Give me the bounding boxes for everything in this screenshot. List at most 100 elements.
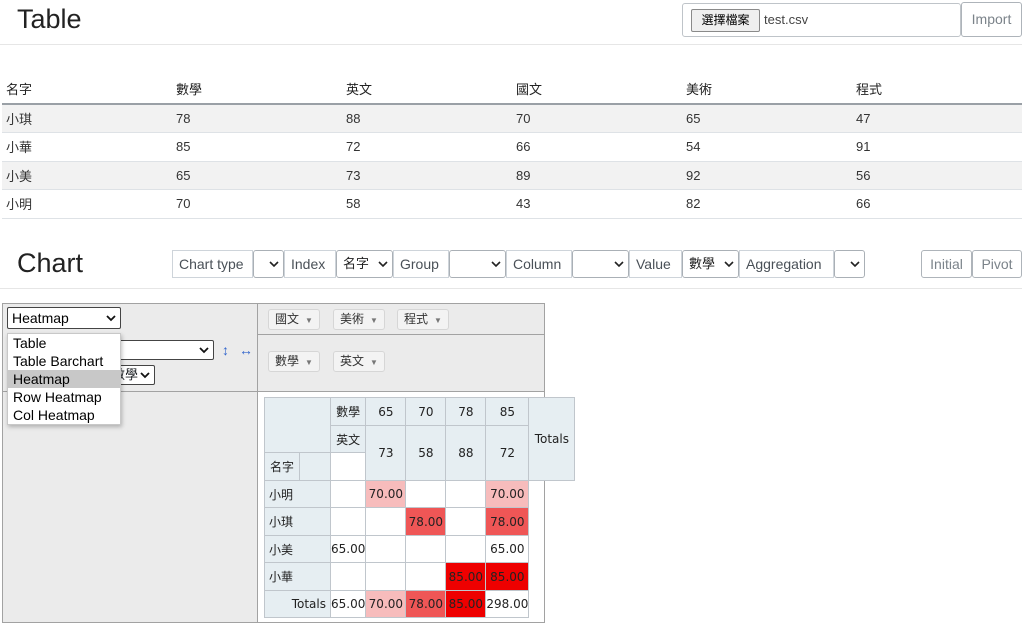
chart-type-select[interactable] bbox=[253, 250, 284, 278]
table-cell: 72 bbox=[342, 132, 512, 162]
renderer-select[interactable]: Heatmap bbox=[7, 307, 121, 329]
value-select[interactable]: 數學 bbox=[682, 250, 739, 278]
table-row: 小華 85 72 66 54 91 bbox=[2, 132, 1022, 162]
heatmap-cell bbox=[329, 480, 367, 508]
heatmap-cell bbox=[329, 507, 367, 536]
initial-button[interactable]: Initial bbox=[921, 250, 972, 278]
renderer-option[interactable]: Col Heatmap bbox=[8, 406, 120, 424]
pivot-unused-attrs-bar: 國文 ▼ 美術 ▼ 程式 ▼ bbox=[257, 303, 545, 335]
table-cell: 小華 bbox=[2, 132, 172, 162]
chevron-down-icon bbox=[199, 347, 209, 354]
pivot-row: 小琪 78.00 78.00 bbox=[264, 507, 575, 536]
heatmap-cell: 65.00 bbox=[329, 535, 367, 563]
chevron-down-icon bbox=[378, 261, 388, 268]
group-label: Group bbox=[393, 250, 449, 278]
heatmap-cell bbox=[405, 562, 447, 591]
renderer-option[interactable]: Table Barchart bbox=[8, 352, 120, 370]
sort-cols-icon[interactable]: ↔ bbox=[239, 342, 253, 358]
file-input[interactable]: 選擇檔案 test.csv bbox=[682, 3, 961, 37]
attr-pill[interactable]: 數學 ▼ bbox=[268, 351, 320, 372]
heatmap-cell bbox=[445, 507, 487, 536]
pivot-button[interactable]: Pivot bbox=[972, 250, 1022, 278]
table-cell: 92 bbox=[682, 161, 852, 190]
index-select[interactable]: 名字 bbox=[336, 250, 393, 278]
col-attr-label: 數學 bbox=[329, 397, 367, 426]
attr-pill-label: 程式 bbox=[404, 312, 429, 326]
choose-file-button[interactable]: 選擇檔案 bbox=[691, 9, 760, 32]
col-total-cell: 78.00 bbox=[405, 590, 447, 618]
heatmap-cell bbox=[365, 507, 407, 536]
row-header: 小明 bbox=[264, 480, 331, 508]
row-attr-label: 名字 bbox=[264, 452, 300, 481]
attr-pill[interactable]: 國文 ▼ bbox=[268, 309, 320, 330]
column-select[interactable] bbox=[572, 250, 629, 278]
table-cell: 小琪 bbox=[2, 104, 172, 133]
import-button[interactable]: Import bbox=[961, 2, 1022, 37]
col-header: 70 bbox=[405, 397, 447, 426]
heatmap-cell: 85.00 bbox=[445, 562, 487, 591]
heatmap-cell: 70.00 bbox=[365, 480, 407, 508]
col-header: 65 bbox=[365, 397, 407, 426]
chevron-down-icon bbox=[491, 261, 501, 268]
index-selected-value: 名字 bbox=[343, 256, 370, 271]
aggregation-label: Aggregation bbox=[739, 250, 834, 278]
column-header: 國文 bbox=[512, 74, 682, 105]
chart-section-title: Chart bbox=[17, 248, 84, 278]
heatmap-cell bbox=[445, 535, 487, 563]
table-cell: 88 bbox=[342, 104, 512, 133]
attr-pill-label: 英文 bbox=[340, 354, 365, 368]
attr-pill-label: 美術 bbox=[340, 312, 365, 326]
attr-pill[interactable]: 英文 ▼ bbox=[333, 351, 385, 372]
table-cell: 78 bbox=[172, 104, 342, 133]
renderer-option[interactable]: Table bbox=[8, 334, 120, 352]
corner-cell bbox=[264, 397, 331, 453]
attr-pill-label: 數學 bbox=[275, 354, 300, 368]
selected-file-name: test.csv bbox=[764, 12, 809, 27]
chevron-down-icon bbox=[850, 261, 860, 268]
attr-pill[interactable]: 美術 ▼ bbox=[333, 309, 385, 330]
aggregator-select[interactable] bbox=[108, 340, 214, 360]
row-total-cell: 85.00 bbox=[485, 562, 530, 591]
table-row: 小美 65 73 89 92 56 bbox=[2, 161, 1022, 190]
col-header: 73 bbox=[365, 425, 407, 481]
chevron-down-icon bbox=[140, 372, 150, 379]
chevron-down-icon bbox=[106, 315, 116, 322]
sort-rows-icon[interactable]: ↕ bbox=[222, 342, 229, 358]
table-cell: 82 bbox=[682, 189, 852, 219]
table-cell: 66 bbox=[852, 189, 1022, 219]
col-header: 72 bbox=[485, 425, 530, 481]
column-label: Column bbox=[506, 250, 572, 278]
aggregation-select[interactable] bbox=[834, 250, 865, 278]
row-total-cell: 70.00 bbox=[485, 480, 530, 508]
heatmap-cell: 78.00 bbox=[405, 507, 447, 536]
column-header: 程式 bbox=[852, 74, 1022, 105]
table-header-row: 名字 數學 英文 國文 美術 程式 bbox=[2, 74, 1022, 105]
row-header: 小琪 bbox=[264, 507, 331, 536]
table-cell: 65 bbox=[172, 161, 342, 190]
table-cell: 70 bbox=[512, 104, 682, 133]
col-total-cell: 65.00 bbox=[329, 590, 367, 618]
triangle-down-icon: ▼ bbox=[370, 358, 378, 367]
renderer-option[interactable]: Row Heatmap bbox=[8, 388, 120, 406]
row-total-cell: 78.00 bbox=[485, 507, 530, 536]
col-total-cell: 70.00 bbox=[365, 590, 407, 618]
column-header: 名字 bbox=[2, 74, 172, 105]
triangle-down-icon: ▼ bbox=[370, 316, 378, 325]
table-row: 小明 70 58 43 82 66 bbox=[2, 189, 1022, 219]
totals-header: Totals bbox=[528, 397, 576, 481]
col-attr-label: 英文 bbox=[329, 425, 367, 453]
chart-type-label: Chart type bbox=[172, 250, 253, 278]
pivot-col-attrs-area: 數學 ▼ 英文 ▼ bbox=[257, 334, 545, 392]
pivot-heatmap-table: 數學 65 70 78 85 Totals 英文 73 58 88 72 名字 … bbox=[264, 397, 576, 618]
column-header: 英文 bbox=[342, 74, 512, 105]
renderer-option-selected[interactable]: Heatmap bbox=[8, 370, 120, 388]
table-cell: 56 bbox=[852, 161, 1022, 190]
table-cell: 小美 bbox=[2, 161, 172, 190]
divider bbox=[0, 288, 1022, 289]
heatmap-cell bbox=[365, 562, 407, 591]
table-cell: 54 bbox=[682, 132, 852, 162]
attr-pill[interactable]: 程式 ▼ bbox=[397, 309, 449, 330]
heatmap-cell bbox=[445, 480, 487, 508]
group-select[interactable] bbox=[449, 250, 506, 278]
col-header: 85 bbox=[485, 397, 530, 426]
